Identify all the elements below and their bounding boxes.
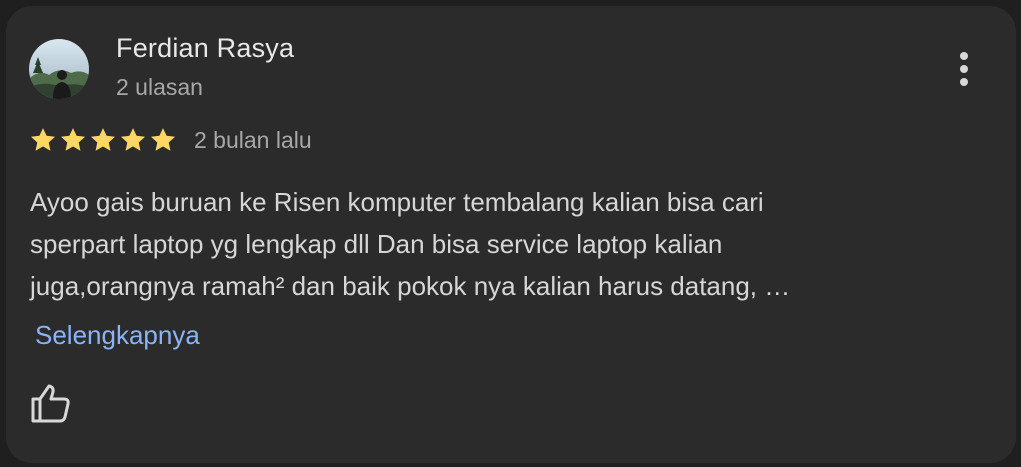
review-card: Ferdian Rasya 2 ulasan 2 bulan lalu Ayoo… xyxy=(6,6,1016,463)
avatar[interactable] xyxy=(29,39,89,99)
thumb-up-icon xyxy=(31,384,70,423)
author-reviews-count: 2 ulasan xyxy=(116,74,203,100)
review-text-line: sperpart laptop yg lengkap dll Dan bisa … xyxy=(30,229,723,259)
review-time: 2 bulan lalu xyxy=(194,126,312,153)
more-vert-icon-dot xyxy=(960,65,968,73)
star-icon xyxy=(30,128,56,151)
review-text: Ayoo gais buruan ke Risen komputer temba… xyxy=(30,181,970,307)
rating-row: 2 bulan lalu xyxy=(29,123,312,157)
like-button[interactable] xyxy=(28,380,74,426)
review-text-line: Ayoo gais buruan ke Risen komputer temba… xyxy=(30,187,764,217)
avatar-image xyxy=(29,39,89,99)
more-vert-icon-dot xyxy=(960,78,968,86)
review-text-line: juga,orangnya ramah² dan baik pokok nya … xyxy=(30,271,791,301)
star-icon xyxy=(90,128,116,151)
star-icon xyxy=(60,128,86,151)
more-vert-icon xyxy=(960,52,968,60)
star-icon xyxy=(150,128,176,151)
author-name[interactable]: Ferdian Rasya xyxy=(116,33,294,64)
read-more-link[interactable]: Selengkapnya xyxy=(35,314,200,356)
star-icon xyxy=(120,128,146,151)
more-options-button[interactable] xyxy=(944,44,984,94)
star-rating xyxy=(29,126,177,154)
